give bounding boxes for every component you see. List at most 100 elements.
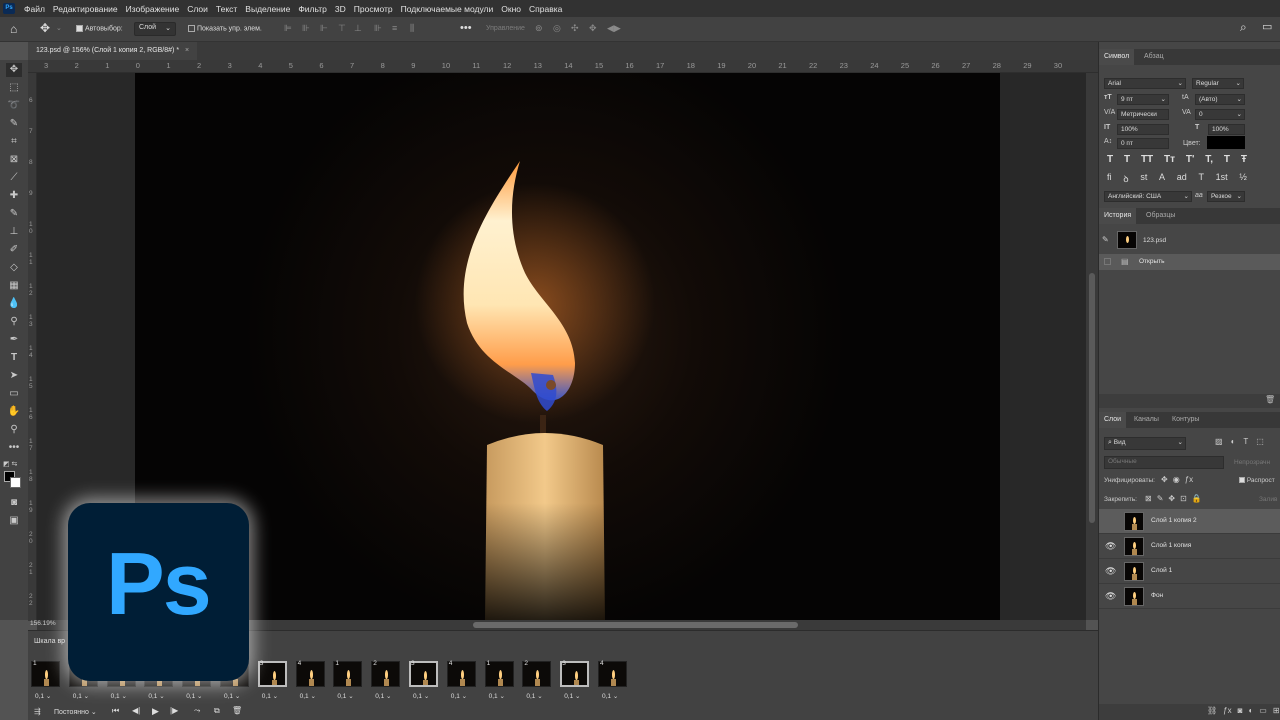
menu-item[interactable]: Выделение xyxy=(245,4,290,14)
frame-delay[interactable]: 0,1 ⌄ xyxy=(111,692,127,700)
kerning-field[interactable]: Метрически xyxy=(1117,109,1169,120)
animation-frame[interactable]: 3 0,1 ⌄ xyxy=(408,659,439,700)
layer-filter-field[interactable]: ⌕ Вид ⌄ xyxy=(1104,437,1186,450)
vertical-scrollbar[interactable] xyxy=(1086,73,1098,620)
next-frame-icon[interactable]: |▶ xyxy=(170,706,178,715)
frame-delay[interactable]: 0,1 ⌄ xyxy=(337,692,353,700)
animation-frame[interactable]: 2 0,1 ⌄ xyxy=(521,659,552,700)
workspace-icon[interactable]: ▭ xyxy=(1262,20,1272,33)
dodge-tool-icon[interactable]: ⚲ xyxy=(6,315,22,329)
rectangle-tool-icon[interactable]: ▭ xyxy=(6,387,22,401)
quick-mask-icon[interactable]: ◙ xyxy=(6,496,22,510)
lock-artboard-icon[interactable]: ⊡ xyxy=(1180,494,1187,503)
frame-delay[interactable]: 0,1 ⌄ xyxy=(526,692,542,700)
history-source-checkbox[interactable] xyxy=(1104,258,1111,265)
align-center-icon[interactable]: ⊪ xyxy=(302,23,310,34)
duplicate-frame-icon[interactable]: ⧉ xyxy=(214,706,220,716)
frame-delay[interactable]: 0,1 ⌄ xyxy=(564,692,580,700)
frame-delay[interactable]: 0,1 ⌄ xyxy=(186,692,202,700)
screen-mode-icon[interactable]: ▣ xyxy=(6,514,22,528)
more-options-icon[interactable]: ••• xyxy=(460,22,472,34)
tween-icon[interactable]: ⤳ xyxy=(194,706,200,716)
type-style-button[interactable]: A xyxy=(1159,172,1165,185)
document-canvas[interactable] xyxy=(135,73,1000,620)
type-style-button[interactable]: T xyxy=(1198,172,1204,185)
type-style-button[interactable]: T xyxy=(1107,154,1113,165)
frame-tool-icon[interactable]: ⊠ xyxy=(6,153,22,167)
history-snapshot[interactable]: ✎ 123.psd xyxy=(1099,228,1280,254)
lock-pixels-icon[interactable]: ⊠ xyxy=(1145,494,1152,503)
animation-frame[interactable]: 1 0,1 ⌄ xyxy=(30,659,61,700)
tab-paragraph[interactable]: Абзац xyxy=(1139,49,1169,65)
animation-frame[interactable]: 3 0,1 ⌄ xyxy=(559,659,590,700)
autoselect-checkbox[interactable]: Автовыбор: xyxy=(76,25,123,32)
frame-delay[interactable]: 0,1 ⌄ xyxy=(413,692,429,700)
crop-tool-icon[interactable]: ⌗ xyxy=(6,135,22,149)
visibility-eye-icon[interactable]: 👁 xyxy=(1105,566,1116,577)
frame-delay[interactable]: 0,1 ⌄ xyxy=(602,692,618,700)
quick-select-tool-icon[interactable]: ✎ xyxy=(6,117,22,131)
unify-position-icon[interactable]: ✥ xyxy=(1161,475,1168,484)
zoom-tool-icon[interactable]: ⚲ xyxy=(6,423,22,437)
unify-style-icon[interactable]: ƒx xyxy=(1185,475,1193,484)
propagate-checkbox[interactable]: Распрост xyxy=(1239,477,1275,484)
frame-delay[interactable]: 0,1 ⌄ xyxy=(489,692,505,700)
menu-item[interactable]: Изображение xyxy=(126,4,180,14)
frame-delay[interactable]: 0,1 ⌄ xyxy=(451,692,467,700)
tab-swatches[interactable]: Образцы xyxy=(1141,208,1180,224)
search-icon[interactable]: ⌕ xyxy=(1240,20,1247,35)
visibility-eye-icon[interactable]: 👁 xyxy=(1105,541,1116,552)
new-layer-icon[interactable]: ⊞ xyxy=(1273,706,1280,715)
history-brush-tool-icon[interactable]: ✐ xyxy=(6,243,22,257)
menu-item[interactable]: Справка xyxy=(529,4,562,14)
animation-frame[interactable]: 4 0,1 ⌄ xyxy=(597,659,628,700)
tab-paths[interactable]: Контуры xyxy=(1167,412,1204,428)
layer-row[interactable]: 👁 Фон xyxy=(1099,584,1280,609)
baseline-field[interactable]: 0 пт xyxy=(1117,138,1169,149)
lock-move-icon[interactable]: ✥ xyxy=(1168,494,1175,503)
vertical-scroll-thumb[interactable] xyxy=(1089,273,1095,523)
distribute-icon[interactable]: ⊪ xyxy=(374,23,382,34)
fx-icon[interactable]: ƒx xyxy=(1223,706,1231,715)
frame-delay[interactable]: 0,1 ⌄ xyxy=(262,692,278,700)
more-tools-icon[interactable]: ••• xyxy=(6,441,22,455)
show-controls-checkbox[interactable]: Показать упр. элем. xyxy=(188,25,262,32)
frame-delay[interactable]: 0,1 ⌄ xyxy=(224,692,240,700)
home-icon[interactable]: ⌂ xyxy=(10,22,17,36)
adjustment-icon[interactable]: ◐ xyxy=(1248,706,1253,715)
vertical-scale-field[interactable]: 100% xyxy=(1117,124,1169,135)
frame-delay[interactable]: 0,1 ⌄ xyxy=(73,692,89,700)
font-size-field[interactable]: 9 пт ⌄ xyxy=(1117,94,1169,105)
horizontal-scroll-thumb[interactable] xyxy=(473,622,798,628)
menu-item[interactable]: Редактирование xyxy=(53,4,118,14)
type-style-button[interactable]: ½ xyxy=(1239,172,1247,185)
font-family-field[interactable]: Arial ⌄ xyxy=(1104,78,1186,89)
animation-frame[interactable]: 1 0,1 ⌄ xyxy=(484,659,515,700)
menu-item[interactable]: Окно xyxy=(501,4,521,14)
first-frame-icon[interactable]: ⏮ xyxy=(112,706,119,716)
mask-icon[interactable]: ◙ xyxy=(1238,706,1243,715)
menu-item[interactable]: Подключаемые модули xyxy=(401,4,494,14)
align-right-icon[interactable]: ⊩ xyxy=(320,23,328,34)
antialias-field[interactable]: Резкое ⌄ xyxy=(1207,191,1245,202)
distribute-v-icon[interactable]: ≡ xyxy=(392,23,397,33)
frame-delay[interactable]: 0,1 ⌄ xyxy=(35,692,51,700)
type-style-button[interactable]: Tт xyxy=(1164,154,1175,165)
zoom-level[interactable]: 156.19% xyxy=(30,620,56,627)
move-tool-icon[interactable]: ✥ xyxy=(6,63,22,77)
trash-icon[interactable]: 🗑 xyxy=(1265,395,1275,404)
type-style-button[interactable]: Ŧ xyxy=(1241,154,1247,165)
type-style-button[interactable]: 1st xyxy=(1216,172,1228,185)
path-select-tool-icon[interactable]: ➤ xyxy=(6,369,22,383)
eraser-tool-icon[interactable]: ◇ xyxy=(6,261,22,275)
pixel-filter-icon[interactable]: ▨ xyxy=(1215,437,1223,446)
align-top-icon[interactable]: ⊤ xyxy=(338,23,346,34)
3d-scale-icon[interactable]: ◀▶ xyxy=(607,23,621,34)
align-left-icon[interactable]: ⊫ xyxy=(284,23,292,34)
frame-delay[interactable]: 0,1 ⌄ xyxy=(375,692,391,700)
move-tool-icon[interactable]: ✥ xyxy=(40,21,50,35)
layer-row[interactable]: 👁 Слой 1 копия xyxy=(1099,534,1280,559)
3d-orbit-icon[interactable]: ⊚ xyxy=(535,23,543,34)
gradient-tool-icon[interactable]: ▦ xyxy=(6,279,22,293)
leading-field[interactable]: (Авто) ⌄ xyxy=(1195,94,1245,105)
